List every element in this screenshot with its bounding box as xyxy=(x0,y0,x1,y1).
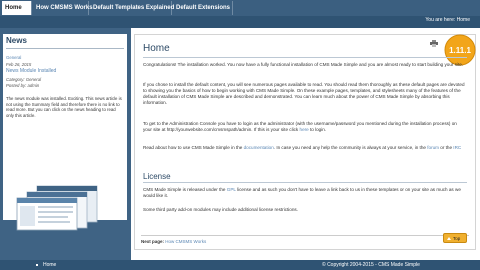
documentation-link[interactable]: documentation xyxy=(244,145,274,150)
copyright-text: © Copyright 2004-2015 - CMS Made Simple xyxy=(322,262,420,268)
page-title: Home xyxy=(143,43,170,54)
news-category-text: Category: General xyxy=(6,77,42,82)
print-icon[interactable] xyxy=(430,40,438,47)
next-page: Next page: How CMSMS Works xyxy=(141,239,206,244)
breadcrumb-bar: You are here: Home xyxy=(0,16,480,28)
news-date: Feb 26, 2015 xyxy=(6,62,32,67)
top-navigation: Home How CMSMS Works Default Templates E… xyxy=(0,0,480,17)
news-title-link[interactable]: News Module Installed xyxy=(6,69,56,74)
top-button-label: Top xyxy=(453,236,461,241)
version-badge-text: 1.11.1 xyxy=(449,46,471,55)
next-page-label: Next page: xyxy=(141,239,165,244)
top-button[interactable]: Top xyxy=(443,233,467,243)
breadcrumb: You are here: Home xyxy=(425,17,470,23)
irc-link[interactable]: IRC xyxy=(453,145,461,150)
news-heading: News xyxy=(6,36,27,45)
arrow-up-icon xyxy=(447,237,451,240)
license-divider xyxy=(143,182,467,183)
help-paragraph: Read about how to use CMS Made Simple in… xyxy=(143,145,465,151)
license-text-a: CMS Made Simple is released under the xyxy=(143,187,226,192)
help-text-a: Read about how to use CMS Made Simple in… xyxy=(143,145,243,150)
tab-default-templates-explained[interactable]: Default Templates Explained xyxy=(90,1,174,15)
footer: Home © Copyright 2004-2015 - CMS Made Si… xyxy=(0,260,480,270)
gpl-link[interactable]: GPL xyxy=(227,187,236,192)
tab-home[interactable]: Home xyxy=(2,1,32,15)
bullet-icon xyxy=(36,264,38,266)
next-divider xyxy=(141,235,469,236)
news-category-link[interactable]: General xyxy=(6,55,21,60)
admin-paragraph: To get to the Administration Console you… xyxy=(143,121,465,133)
main-content: Home 1.11.1 Congratulations! The install… xyxy=(134,34,476,250)
help-text-c: or the xyxy=(440,145,453,150)
tab-how-cmsms-works[interactable]: How CMSMS Works xyxy=(33,1,93,15)
help-text-b: . In case you need any help the communit… xyxy=(273,145,426,150)
title-divider xyxy=(143,57,467,58)
admin-text-b: to login. xyxy=(310,127,327,132)
footer-home-link[interactable]: Home xyxy=(43,262,56,268)
forum-link[interactable]: forum xyxy=(427,145,439,150)
news-panel: News General Feb 26, 2015 News Module In… xyxy=(3,34,127,231)
intro-paragraph: Congratulations! The installation worked… xyxy=(143,62,464,67)
news-body: The news module was installed. Exciting.… xyxy=(6,96,122,118)
tab-default-extensions[interactable]: Default Extensions xyxy=(173,1,233,15)
default-content-paragraph: If you chose to install the default cont… xyxy=(143,82,465,105)
login-link[interactable]: here xyxy=(300,127,309,132)
addon-license-paragraph: Some third party add-on modules may incl… xyxy=(143,207,298,212)
license-heading: License xyxy=(143,172,171,181)
license-paragraph: CMS Made Simple is released under the GP… xyxy=(143,187,465,199)
next-page-link[interactable]: How CMSMS Works xyxy=(165,239,206,244)
news-posted-by: Posted by: admin xyxy=(6,83,40,88)
screenshot-image xyxy=(16,185,98,231)
news-divider xyxy=(6,48,124,49)
